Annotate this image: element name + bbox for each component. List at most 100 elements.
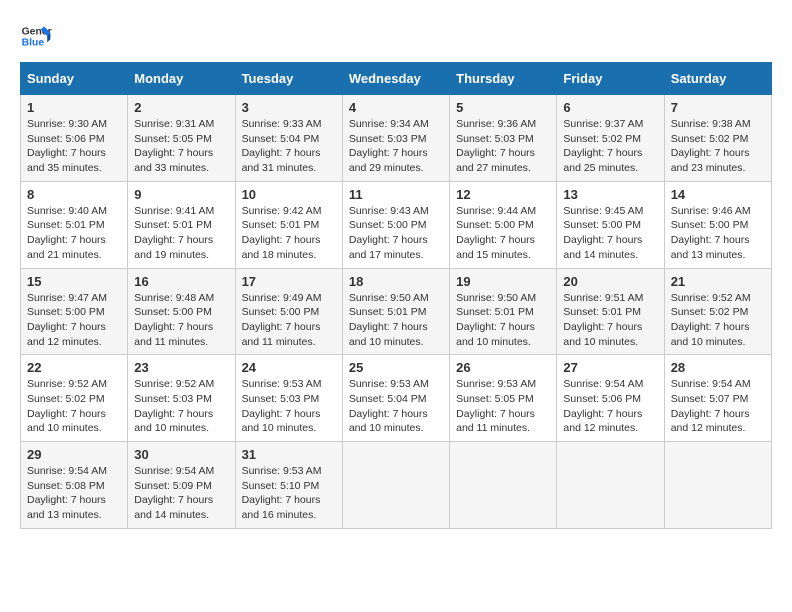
day-number: 31 xyxy=(242,447,336,462)
day-number: 23 xyxy=(134,360,228,375)
day-info: Sunrise: 9:54 AMSunset: 5:08 PMDaylight:… xyxy=(27,464,121,523)
calendar-day-cell: 3 Sunrise: 9:33 AMSunset: 5:04 PMDaylight… xyxy=(235,95,342,182)
day-info: Sunrise: 9:31 AMSunset: 5:05 PMDaylight:… xyxy=(134,117,228,176)
calendar-day-cell xyxy=(664,442,771,529)
day-info: Sunrise: 9:53 AMSunset: 5:05 PMDaylight:… xyxy=(456,377,550,436)
day-number: 14 xyxy=(671,187,765,202)
day-number: 10 xyxy=(242,187,336,202)
day-number: 2 xyxy=(134,100,228,115)
calendar-table: SundayMondayTuesdayWednesdayThursdayFrid… xyxy=(20,62,772,529)
day-info: Sunrise: 9:43 AMSunset: 5:00 PMDaylight:… xyxy=(349,204,443,263)
day-info: Sunrise: 9:52 AMSunset: 5:02 PMDaylight:… xyxy=(671,291,765,350)
day-number: 20 xyxy=(563,274,657,289)
day-number: 7 xyxy=(671,100,765,115)
day-number: 29 xyxy=(27,447,121,462)
calendar-day-cell: 25Sunrise: 9:53 AMSunset: 5:04 PMDayligh… xyxy=(342,355,449,442)
day-number: 26 xyxy=(456,360,550,375)
calendar-header-cell: Saturday xyxy=(664,63,771,95)
calendar-header-cell: Wednesday xyxy=(342,63,449,95)
calendar-week-row: 1 Sunrise: 9:30 AMSunset: 5:06 PMDaylight… xyxy=(21,95,772,182)
calendar-day-cell: 31 Sunrise: 9:53 AMSunset: 5:10 PMDayligh… xyxy=(235,442,342,529)
calendar-day-cell: 17Sunrise: 9:49 AMSunset: 5:00 PMDayligh… xyxy=(235,268,342,355)
calendar-week-row: 29 Sunrise: 9:54 AMSunset: 5:08 PMDayligh… xyxy=(21,442,772,529)
calendar-day-cell: 23Sunrise: 9:52 AMSunset: 5:03 PMDayligh… xyxy=(128,355,235,442)
day-info: Sunrise: 9:42 AMSunset: 5:01 PMDaylight:… xyxy=(242,204,336,263)
day-info: Sunrise: 9:46 AMSunset: 5:00 PMDaylight:… xyxy=(671,204,765,263)
day-number: 30 xyxy=(134,447,228,462)
day-info: Sunrise: 9:38 AMSunset: 5:02 PMDaylight:… xyxy=(671,117,765,176)
calendar-day-cell: 5 Sunrise: 9:36 AMSunset: 5:03 PMDaylight… xyxy=(450,95,557,182)
day-number: 21 xyxy=(671,274,765,289)
day-number: 9 xyxy=(134,187,228,202)
calendar-day-cell: 15 Sunrise: 9:47 AMSunset: 5:00 PMDayligh… xyxy=(21,268,128,355)
day-info: Sunrise: 9:53 AMSunset: 5:10 PMDaylight:… xyxy=(242,464,336,523)
logo: General Blue xyxy=(20,20,52,52)
day-number: 28 xyxy=(671,360,765,375)
day-info: Sunrise: 9:50 AMSunset: 5:01 PMDaylight:… xyxy=(349,291,443,350)
calendar-header-cell: Friday xyxy=(557,63,664,95)
day-number: 12 xyxy=(456,187,550,202)
day-number: 16 xyxy=(134,274,228,289)
day-info: Sunrise: 9:37 AMSunset: 5:02 PMDaylight:… xyxy=(563,117,657,176)
day-info: Sunrise: 9:47 AMSunset: 5:00 PMDaylight:… xyxy=(27,291,121,350)
day-info: Sunrise: 9:53 AMSunset: 5:03 PMDaylight:… xyxy=(242,377,336,436)
day-number: 4 xyxy=(349,100,443,115)
day-number: 5 xyxy=(456,100,550,115)
calendar-day-cell: 28 Sunrise: 9:54 AMSunset: 5:07 PMDayligh… xyxy=(664,355,771,442)
calendar-day-cell: 20 Sunrise: 9:51 AMSunset: 5:01 PMDayligh… xyxy=(557,268,664,355)
day-number: 11 xyxy=(349,187,443,202)
calendar-day-cell: 21 Sunrise: 9:52 AMSunset: 5:02 PMDayligh… xyxy=(664,268,771,355)
day-number: 8 xyxy=(27,187,121,202)
calendar-header-cell: Sunday xyxy=(21,63,128,95)
day-info: Sunrise: 9:30 AMSunset: 5:06 PMDaylight:… xyxy=(27,117,121,176)
calendar-day-cell: 4 Sunrise: 9:34 AMSunset: 5:03 PMDaylight… xyxy=(342,95,449,182)
day-number: 25 xyxy=(349,360,443,375)
day-number: 13 xyxy=(563,187,657,202)
day-info: Sunrise: 9:54 AMSunset: 5:07 PMDaylight:… xyxy=(671,377,765,436)
day-number: 6 xyxy=(563,100,657,115)
calendar-day-cell: 10 Sunrise: 9:42 AMSunset: 5:01 PMDayligh… xyxy=(235,181,342,268)
calendar-day-cell: 29 Sunrise: 9:54 AMSunset: 5:08 PMDayligh… xyxy=(21,442,128,529)
day-info: Sunrise: 9:51 AMSunset: 5:01 PMDaylight:… xyxy=(563,291,657,350)
day-info: Sunrise: 9:48 AMSunset: 5:00 PMDaylight:… xyxy=(134,291,228,350)
day-info: Sunrise: 9:34 AMSunset: 5:03 PMDaylight:… xyxy=(349,117,443,176)
calendar-day-cell: 1 Sunrise: 9:30 AMSunset: 5:06 PMDaylight… xyxy=(21,95,128,182)
calendar-header-cell: Tuesday xyxy=(235,63,342,95)
day-number: 1 xyxy=(27,100,121,115)
calendar-header-cell: Thursday xyxy=(450,63,557,95)
day-number: 18 xyxy=(349,274,443,289)
calendar-header-cell: Monday xyxy=(128,63,235,95)
day-info: Sunrise: 9:40 AMSunset: 5:01 PMDaylight:… xyxy=(27,204,121,263)
day-number: 27 xyxy=(563,360,657,375)
day-info: Sunrise: 9:36 AMSunset: 5:03 PMDaylight:… xyxy=(456,117,550,176)
calendar-day-cell: 14 Sunrise: 9:46 AMSunset: 5:00 PMDayligh… xyxy=(664,181,771,268)
logo-icon: General Blue xyxy=(20,20,52,52)
calendar-week-row: 22 Sunrise: 9:52 AMSunset: 5:02 PMDayligh… xyxy=(21,355,772,442)
calendar-day-cell: 6 Sunrise: 9:37 AMSunset: 5:02 PMDaylight… xyxy=(557,95,664,182)
day-info: Sunrise: 9:33 AMSunset: 5:04 PMDaylight:… xyxy=(242,117,336,176)
calendar-day-cell: 26 Sunrise: 9:53 AMSunset: 5:05 PMDayligh… xyxy=(450,355,557,442)
day-number: 17 xyxy=(242,274,336,289)
calendar-day-cell: 27Sunrise: 9:54 AMSunset: 5:06 PMDayligh… xyxy=(557,355,664,442)
svg-text:Blue: Blue xyxy=(22,38,45,49)
day-number: 22 xyxy=(27,360,121,375)
calendar-day-cell: 24 Sunrise: 9:53 AMSunset: 5:03 PMDayligh… xyxy=(235,355,342,442)
calendar-week-row: 15 Sunrise: 9:47 AMSunset: 5:00 PMDayligh… xyxy=(21,268,772,355)
calendar-day-cell: 2 Sunrise: 9:31 AMSunset: 5:05 PMDaylight… xyxy=(128,95,235,182)
day-number: 3 xyxy=(242,100,336,115)
calendar-day-cell: 9Sunrise: 9:41 AMSunset: 5:01 PMDaylight… xyxy=(128,181,235,268)
day-number: 24 xyxy=(242,360,336,375)
calendar-day-cell: 8 Sunrise: 9:40 AMSunset: 5:01 PMDaylight… xyxy=(21,181,128,268)
day-number: 15 xyxy=(27,274,121,289)
calendar-day-cell: 11 Sunrise: 9:43 AMSunset: 5:00 PMDayligh… xyxy=(342,181,449,268)
calendar-day-cell: 18 Sunrise: 9:50 AMSunset: 5:01 PMDayligh… xyxy=(342,268,449,355)
day-info: Sunrise: 9:54 AMSunset: 5:09 PMDaylight:… xyxy=(134,464,228,523)
calendar-day-cell xyxy=(450,442,557,529)
day-info: Sunrise: 9:44 AMSunset: 5:00 PMDaylight:… xyxy=(456,204,550,263)
calendar-week-row: 8 Sunrise: 9:40 AMSunset: 5:01 PMDaylight… xyxy=(21,181,772,268)
calendar-day-cell: 30 Sunrise: 9:54 AMSunset: 5:09 PMDayligh… xyxy=(128,442,235,529)
header: General Blue xyxy=(20,20,772,52)
calendar-day-cell: 16 Sunrise: 9:48 AMSunset: 5:00 PMDayligh… xyxy=(128,268,235,355)
day-number: 19 xyxy=(456,274,550,289)
day-info: Sunrise: 9:52 AMSunset: 5:02 PMDaylight:… xyxy=(27,377,121,436)
